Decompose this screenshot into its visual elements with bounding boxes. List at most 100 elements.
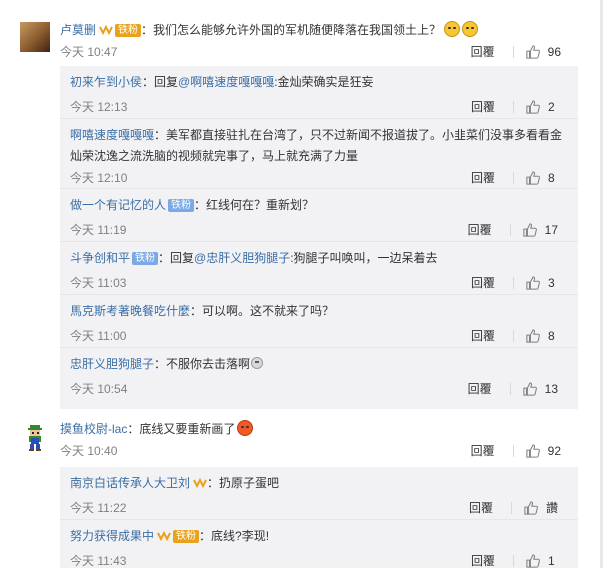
reply-button[interactable]: 回覆 bbox=[471, 328, 495, 344]
divider bbox=[513, 172, 514, 184]
smile-emoji bbox=[251, 357, 264, 369]
reply-username[interactable]: 馬克斯考著晚餐吃什麼 bbox=[70, 304, 190, 318]
reply-actions: 回覆 2 bbox=[471, 99, 558, 115]
fan-badge: 铁粉 bbox=[132, 252, 159, 265]
like-count: 17 bbox=[544, 223, 558, 237]
reply-meta: 今天 10:54 回覆 13 bbox=[70, 381, 568, 397]
reply-username[interactable]: 南京白话传承人大卫刘 bbox=[70, 476, 190, 490]
divider bbox=[509, 224, 511, 236]
reply-actions: 回覆 8 bbox=[471, 170, 558, 186]
reply-item: 初来乍到小侯：回复@啊嘻速度嘎嘎嘎:金灿荣确实是狂妄 今天 12:13 回覆 2 bbox=[60, 66, 578, 119]
comment-username[interactable]: 卢莫删 bbox=[60, 23, 96, 37]
mention-link[interactable]: @啊嘻速度嘎嘎嘎 bbox=[178, 75, 274, 89]
comment-body: ：底线又要重新画了 bbox=[127, 422, 236, 436]
thumbs-up-icon[interactable] bbox=[524, 501, 538, 515]
divider bbox=[513, 277, 514, 289]
thumbs-up-icon[interactable] bbox=[522, 382, 537, 396]
reply-body: ：底线?李现! bbox=[199, 529, 270, 543]
reply-time: 今天 11:19 bbox=[70, 223, 127, 237]
reply-actions: 回覆 17 bbox=[468, 222, 558, 238]
reply-body: :金灿荣确实是狂妄 bbox=[274, 75, 374, 89]
like-count: 92 bbox=[547, 444, 561, 458]
avatar[interactable] bbox=[20, 423, 50, 453]
thumbs-up-icon[interactable] bbox=[525, 444, 540, 458]
reply-item: 馬克斯考著晚餐吃什麼：可以啊。这不就来了吗？ 今天 11:00 回覆 8 bbox=[60, 295, 578, 348]
reply-meta: 今天 11:22 回覆 讚 bbox=[70, 500, 568, 516]
like-count: 96 bbox=[547, 45, 561, 59]
reply-button[interactable]: 回覆 bbox=[468, 222, 492, 238]
thumbs-up-icon[interactable] bbox=[526, 276, 540, 290]
laugh-emoji bbox=[444, 21, 461, 37]
reply-text-line: 馬克斯考著晚餐吃什麼：可以啊。这不就来了吗？ bbox=[70, 301, 568, 321]
reply-body: ：可以啊。这不就来了吗？ bbox=[190, 304, 335, 318]
reply-button[interactable]: 回覆 bbox=[471, 553, 495, 568]
comment: 摸鱼校尉-lac：底线又要重新画了 今天 10:40 回覆 92 bbox=[0, 419, 603, 459]
fan-badge: 铁粉 bbox=[168, 199, 195, 212]
reply-meta: 今天 11:00 回覆 8 bbox=[70, 328, 568, 344]
reply-button[interactable]: 回覆 bbox=[471, 99, 495, 115]
reply-text-line: 南京白话传承人大卫刘 ：扔原子蛋吧 bbox=[70, 473, 568, 495]
reply-time: 今天 10:54 bbox=[70, 382, 128, 396]
thumbs-up-icon[interactable] bbox=[526, 100, 540, 114]
reply-button[interactable]: 回覆 bbox=[471, 44, 495, 60]
comment-time: 今天 10:40 bbox=[60, 444, 118, 458]
like-count: 8 bbox=[548, 329, 555, 343]
reply-button[interactable]: 回覆 bbox=[468, 381, 492, 397]
reply-item: 做一个有记忆的人 铁粉 ：红线何在？重新划？ 今天 11:19 回覆 17 bbox=[60, 189, 578, 242]
reply-username[interactable]: 初来乍到小侯 bbox=[70, 75, 142, 89]
like-count: 8 bbox=[548, 171, 555, 185]
divider bbox=[513, 330, 514, 342]
reply-username[interactable]: 忠肝义胆狗腿子 bbox=[70, 357, 154, 371]
reply-body: :狗腿子叫唤叫，一边呆着去 bbox=[290, 251, 438, 265]
reply-username[interactable]: 努力获得成果中 bbox=[70, 529, 154, 543]
reply-username[interactable]: 斗争创和平 bbox=[70, 251, 130, 265]
reply-meta: 今天 12:13 回覆 2 bbox=[70, 99, 568, 115]
reply-actions: 回覆 3 bbox=[471, 275, 558, 291]
avatar[interactable] bbox=[20, 22, 50, 52]
reply-button[interactable]: 回覆 bbox=[471, 275, 495, 291]
comment-username[interactable]: 摸鱼校尉-lac bbox=[60, 422, 127, 436]
reply-actions: 回覆 1 bbox=[471, 553, 558, 568]
reply-time: 今天 11:03 bbox=[70, 276, 127, 290]
reply-button[interactable]: 回覆 bbox=[471, 170, 495, 186]
reply-meta: 今天 11:43 回覆 1 bbox=[70, 553, 568, 568]
comment-time: 今天 10:47 bbox=[60, 45, 118, 59]
reply-text-line: 忠肝义胆狗腿子：不服你去击落啊 bbox=[70, 354, 568, 374]
reply-actions: 回覆 13 bbox=[468, 381, 558, 397]
reply-actions: 回覆 8 bbox=[471, 328, 558, 344]
like-count: 13 bbox=[544, 382, 558, 396]
like-count: 3 bbox=[548, 276, 555, 290]
reply-prefix: ：回复 bbox=[142, 75, 179, 89]
reply-time: 今天 11:00 bbox=[70, 329, 127, 343]
thumbs-up-icon[interactable] bbox=[526, 171, 540, 185]
reply-actions: 回覆 讚 bbox=[469, 500, 558, 516]
reply-item: 啊嘻速度嘎嘎嘎：美军都直接驻扎在台湾了，只不过新闻不报道拔了。小韭菜们没事多看看… bbox=[60, 119, 578, 189]
thumbs-up-icon[interactable] bbox=[526, 329, 540, 343]
reply-list: 初来乍到小侯：回复@啊嘻速度嘎嘎嘎:金灿荣确实是狂妄 今天 12:13 回覆 2… bbox=[60, 66, 578, 409]
thumbs-up-icon[interactable] bbox=[526, 554, 540, 568]
reply-text-line: 啊嘻速度嘎嘎嘎：美军都直接驻扎在台湾了，只不过新闻不报道拔了。小韭菜们没事多看看… bbox=[70, 125, 568, 167]
reply-list: 南京白话传承人大卫刘 ：扔原子蛋吧 今天 11:22 回覆 讚 努力获得成果中 铁粉… bbox=[60, 467, 578, 568]
vip-icon bbox=[193, 475, 207, 495]
mention-link[interactable]: @忠肝义胆狗腿子 bbox=[194, 251, 290, 265]
reply-text-line: 初来乍到小侯：回复@啊嘻速度嘎嘎嘎:金灿荣确实是狂妄 bbox=[70, 72, 568, 92]
divider bbox=[512, 46, 514, 58]
divider bbox=[513, 101, 514, 113]
reply-body: ：不服你去击落啊 bbox=[154, 357, 251, 371]
thumbs-up-icon[interactable] bbox=[525, 45, 540, 59]
reply-meta: 今天 11:19 回覆 17 bbox=[70, 222, 568, 238]
reply-button[interactable]: 回覆 bbox=[471, 443, 495, 459]
reply-username[interactable]: 啊嘻速度嘎嘎嘎 bbox=[70, 128, 154, 142]
comment-meta: 今天 10:47 回覆 96 bbox=[60, 44, 583, 60]
vip-icon bbox=[157, 528, 171, 548]
thumbs-up-icon[interactable] bbox=[522, 223, 537, 237]
reply-text-line: 努力获得成果中 铁粉 ：底线?李现! bbox=[70, 526, 568, 548]
comment-meta: 今天 10:40 回覆 92 bbox=[60, 443, 583, 459]
reply-text-line: 斗争创和平 铁粉 ：回复@忠肝义胆狗腿子:狗腿子叫唤叫，一边呆着去 bbox=[70, 248, 568, 268]
divider bbox=[510, 502, 512, 514]
pixel-character-icon bbox=[28, 425, 42, 451]
reply-button[interactable]: 回覆 bbox=[469, 500, 493, 516]
divider bbox=[509, 383, 511, 395]
divider bbox=[512, 445, 514, 457]
reply-username[interactable]: 做一个有记忆的人 bbox=[70, 198, 166, 212]
